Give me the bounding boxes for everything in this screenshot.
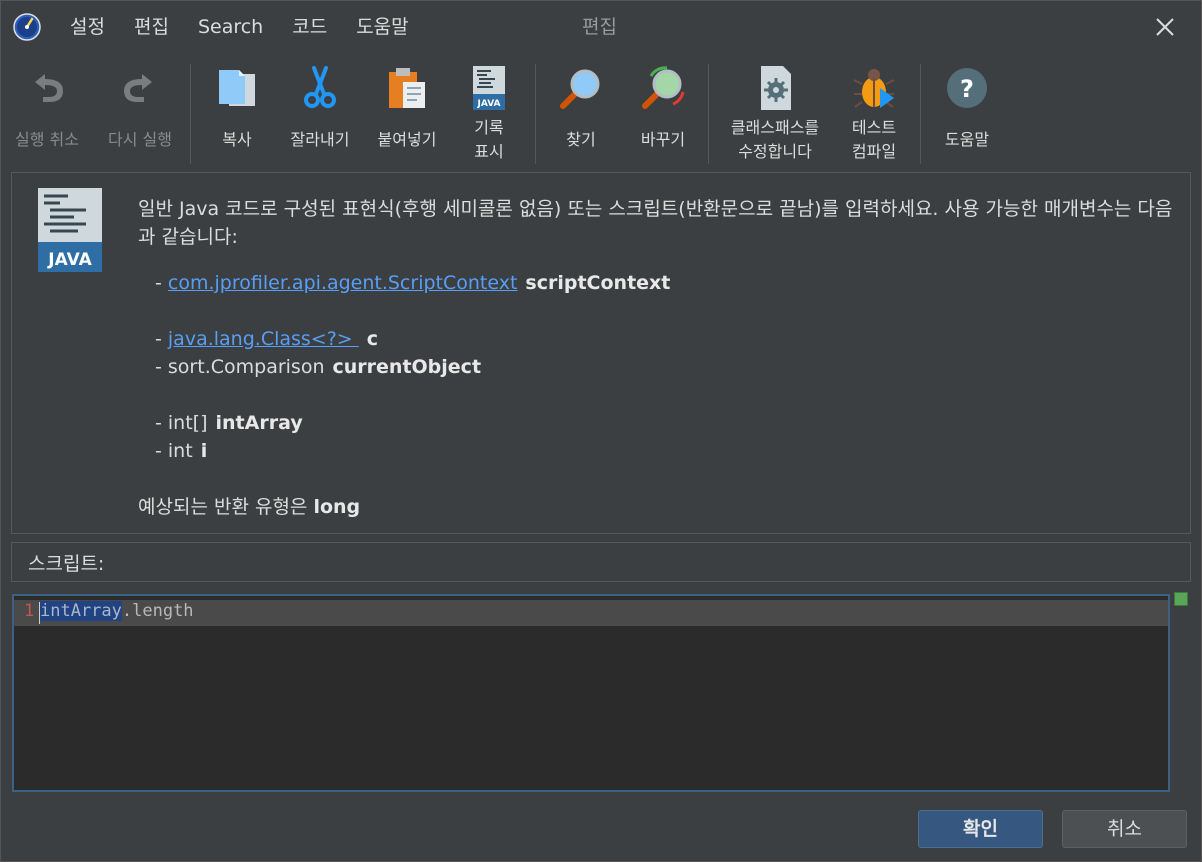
magnifier-icon (560, 69, 600, 109)
param-row: - int[] intArray (155, 412, 303, 434)
menu-settings[interactable]: 설정 (70, 14, 105, 40)
cancel-button[interactable]: 취소 (1062, 810, 1187, 848)
line-number: 1 (24, 601, 35, 621)
param-row: - com.jprofiler.api.agent.ScriptContext s… (155, 272, 671, 294)
test-compile-button[interactable]: 테스트 컴파일 (836, 56, 912, 166)
toolbar: 실행 취소 다시 실행 복사 잘라내기 붙여넣기 JAVA 기록 표시 찾기 바… (0, 56, 1202, 166)
identifier-highlight: intArray (40, 601, 122, 621)
toolbar-separator (535, 64, 536, 164)
undo-button[interactable]: 실행 취소 (4, 56, 90, 166)
replace-button[interactable]: 바꾸기 (624, 56, 702, 166)
param-type: int (167, 440, 193, 462)
param-name: i (200, 440, 208, 462)
menu-code[interactable]: 코드 (292, 14, 327, 40)
replace-icon (642, 66, 685, 109)
text-caret (39, 602, 40, 624)
java-file-icon: JAVA (473, 66, 505, 110)
param-type: int[] (167, 412, 208, 434)
script-label-bar: 스크립트: (11, 542, 1191, 582)
help-label: 도움말 (944, 130, 990, 149)
copy-button[interactable]: 복사 (197, 56, 277, 166)
description-intro: 일반 Java 코드로 구성된 표현식(후행 세미콜론 없음) 또는 스크립트(… (138, 198, 1173, 248)
param-type-link[interactable]: java.lang.Class<?> (168, 328, 359, 350)
redo-button[interactable]: 다시 실행 (97, 56, 183, 166)
param-row: - sort.Comparison currentObject (155, 356, 482, 378)
code-line[interactable]: intArray.length (40, 601, 194, 621)
param-type-link[interactable]: com.jprofiler.api.agent.ScriptContext (168, 272, 518, 294)
toolbar-separator (920, 64, 921, 164)
copy-label: 복사 (222, 130, 252, 149)
help-icon: ? (947, 68, 987, 108)
param-row: - int i (155, 440, 208, 462)
cut-label: 잘라내기 (290, 130, 350, 149)
gear-file-icon (761, 66, 791, 110)
replace-label: 바꾸기 (640, 130, 686, 149)
ok-button[interactable]: 확인 (918, 810, 1043, 848)
find-label: 찾기 (566, 130, 596, 149)
description-panel: JAVA 일반 Java 코드로 구성된 표현식(후행 세미콜론 없음) 또는 … (11, 172, 1191, 534)
copy-icon (219, 70, 255, 106)
undo-icon (35, 74, 63, 102)
editor-status-indicator (1174, 592, 1188, 606)
menu-edit[interactable]: 편집 (134, 14, 169, 40)
menu-bar: 설정 편집 Search 코드 도움말 (70, 14, 438, 40)
param-type: sort.Comparison (167, 356, 325, 378)
param-name: intArray (215, 412, 303, 434)
app-logo-icon (13, 13, 41, 41)
toolbar-separator (708, 64, 709, 164)
param-name: c (366, 328, 379, 350)
script-label: 스크립트: (28, 553, 105, 575)
scissors-icon (304, 66, 336, 108)
test-compile-label: 테스트 컴파일 (851, 118, 897, 161)
title-bar: 설정 편집 Search 코드 도움말 편집 (0, 0, 1202, 54)
find-button[interactable]: 찾기 (542, 56, 620, 166)
paste-label: 붙여넣기 (377, 130, 437, 149)
cut-button[interactable]: 잘라내기 (280, 56, 360, 166)
history-button[interactable]: JAVA 기록 표시 (454, 56, 524, 166)
paste-button[interactable]: 붙여넣기 (365, 56, 449, 166)
svg-text:JAVA: JAVA (47, 250, 92, 270)
history-label: 기록 표시 (474, 118, 504, 161)
param-name: scriptContext (525, 272, 671, 294)
menu-help[interactable]: 도움말 (356, 14, 408, 40)
return-type-text: 예상되는 반환 유형은 long (138, 496, 361, 518)
redo-label: 다시 실행 (108, 130, 172, 149)
param-row: - java.lang.Class<?> c (155, 328, 379, 350)
close-icon[interactable] (1150, 12, 1180, 42)
undo-label: 실행 취소 (15, 130, 79, 149)
edit-classpath-button[interactable]: 클래스패스를 수정합니다 (716, 56, 834, 166)
svg-text:JAVA: JAVA (476, 99, 500, 109)
toolbar-separator (190, 64, 191, 164)
edit-classpath-label: 클래스패스를 수정합니다 (730, 118, 820, 161)
java-file-icon: JAVA (38, 188, 102, 272)
bug-icon (853, 69, 895, 108)
svg-text:?: ? (960, 75, 974, 103)
return-type: long (313, 496, 361, 518)
redo-icon (124, 74, 152, 102)
menu-search[interactable]: Search (198, 14, 263, 40)
paste-icon (389, 68, 425, 108)
param-name: currentObject (332, 356, 482, 378)
window-title: 편집 (582, 16, 617, 38)
help-button[interactable]: ? 도움말 (928, 56, 1006, 166)
code-rest: .length (121, 601, 194, 621)
code-editor[interactable]: 1 intArray.length (12, 594, 1170, 792)
